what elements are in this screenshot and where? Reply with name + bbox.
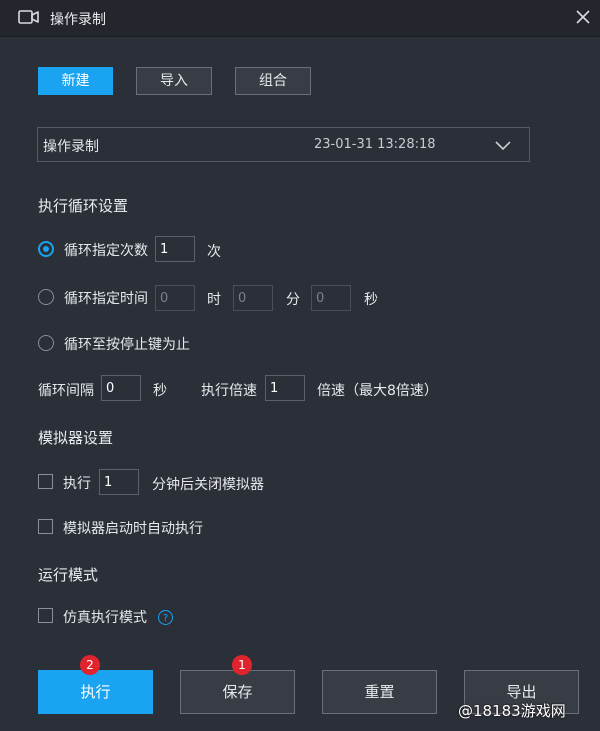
emulator-settings-heading: 模拟器设置 <box>38 429 114 447</box>
help-icon[interactable]: ? <box>158 610 173 625</box>
chevron-down-icon <box>495 139 511 155</box>
video-camera-icon <box>18 9 40 29</box>
close-emulator-suffix: 分钟后关闭模拟器 <box>152 477 264 493</box>
radio-loop-time[interactable] <box>38 289 54 305</box>
reset-button[interactable]: 重置 <box>322 670 437 714</box>
title-bar: 操作录制 <box>0 0 600 37</box>
loop-count-input[interactable] <box>155 236 195 262</box>
execute-button[interactable]: 执行 <box>38 670 153 714</box>
loop-count-unit: 次 <box>207 244 221 260</box>
hours-unit: 时 <box>207 292 221 308</box>
autorun-label: 模拟器启动时自动执行 <box>63 521 203 537</box>
loop-count-label: 循环指定次数 <box>64 243 148 259</box>
step-badge-1: 1 <box>232 655 252 675</box>
loop-interval-input[interactable] <box>101 375 141 401</box>
seconds-input[interactable] <box>311 285 351 311</box>
recording-select[interactable]: 操作录制 23-01-31 13:28:18 <box>37 127 530 162</box>
watermark: @18183游戏网 <box>458 702 566 720</box>
import-button[interactable]: 导入 <box>136 67 212 95</box>
hours-input[interactable] <box>155 285 195 311</box>
loop-until-stop-label: 循环至按停止键为止 <box>64 337 190 353</box>
speed-label: 执行倍速 <box>201 383 257 399</box>
speed-input[interactable] <box>265 375 305 401</box>
close-emulator-checkbox[interactable] <box>38 474 53 489</box>
minutes-input[interactable] <box>233 285 273 311</box>
close-minutes-input[interactable] <box>99 469 139 495</box>
close-emulator-prefix: 执行 <box>63 476 91 492</box>
seconds-unit: 秒 <box>364 292 378 308</box>
recording-timestamp: 23-01-31 13:28:18 <box>314 137 436 152</box>
new-button[interactable]: 新建 <box>38 67 113 95</box>
recording-name: 操作录制 <box>43 139 99 155</box>
save-button[interactable]: 保存 <box>180 670 295 714</box>
simulate-mode-label: 仿真执行模式 <box>63 610 147 626</box>
loop-interval-label: 循环间隔 <box>38 383 94 399</box>
loop-time-label: 循环指定时间 <box>64 291 148 307</box>
autorun-checkbox[interactable] <box>38 519 53 534</box>
close-icon[interactable] <box>574 8 592 26</box>
radio-loop-until-stop[interactable] <box>38 335 54 351</box>
run-mode-heading: 运行模式 <box>38 566 99 584</box>
simulate-mode-checkbox[interactable] <box>38 608 53 623</box>
speed-unit: 倍速（最大8倍速） <box>317 383 438 399</box>
step-badge-2: 2 <box>80 655 100 675</box>
minutes-unit: 分 <box>286 292 300 308</box>
combine-button[interactable]: 组合 <box>235 67 311 95</box>
window-title: 操作录制 <box>50 12 106 28</box>
loop-settings-heading: 执行循环设置 <box>38 197 129 215</box>
radio-loop-count[interactable] <box>38 241 54 257</box>
loop-interval-unit: 秒 <box>153 383 167 399</box>
